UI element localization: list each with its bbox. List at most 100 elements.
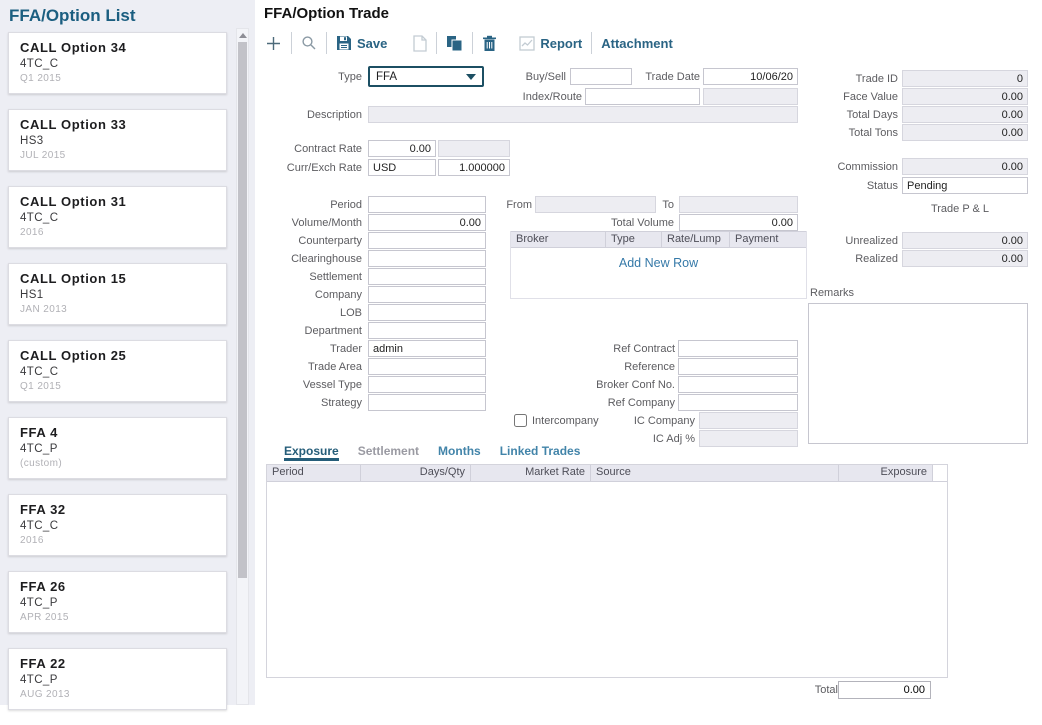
- status-input[interactable]: [902, 177, 1028, 194]
- contract-rate-label: Contract Rate: [252, 143, 362, 156]
- volume-month-input[interactable]: [368, 214, 486, 231]
- list-item[interactable]: CALL Option 31 4TC_C 2016: [8, 186, 227, 248]
- trade-name: FFA 22: [20, 656, 215, 671]
- ic-adj-label: IC Adj %: [585, 433, 695, 446]
- broker-col-header: Broker: [511, 232, 606, 247]
- add-new-row-link[interactable]: Add New Row: [511, 256, 806, 270]
- trade-period: 2016: [20, 227, 215, 238]
- trade-detail-panel: FFA/Option Trade Save Report: [255, 0, 1042, 705]
- copy-button[interactable]: [446, 35, 463, 52]
- list-scrollbar[interactable]: [236, 28, 249, 705]
- scrollbar-thumb[interactable]: [238, 42, 247, 578]
- contract-rate-input[interactable]: [368, 140, 436, 157]
- trade-area-label: Trade Area: [252, 361, 362, 374]
- ic-adj-field: [699, 430, 798, 447]
- department-label: Department: [252, 325, 362, 338]
- lob-input[interactable]: [368, 304, 486, 321]
- trade-route: 4TC_C: [20, 212, 215, 224]
- list-item[interactable]: CALL Option 33 HS3 JUL 2015: [8, 109, 227, 171]
- list-item[interactable]: FFA 26 4TC_P APR 2015: [8, 571, 227, 633]
- trade-period: JUL 2015: [20, 150, 215, 161]
- total-volume-input[interactable]: [679, 214, 798, 231]
- trade-name: FFA 26: [20, 579, 215, 594]
- exch-rate-input[interactable]: [438, 159, 510, 176]
- unrealized-field: 0.00: [902, 232, 1028, 249]
- strategy-input[interactable]: [368, 394, 486, 411]
- reference-input[interactable]: [678, 358, 798, 375]
- index-route-input[interactable]: [585, 88, 700, 105]
- broker-table-header: Broker Type Rate/Lump Payment: [511, 231, 806, 248]
- face-value-field: 0.00: [902, 88, 1028, 105]
- list-item[interactable]: CALL Option 25 4TC_C Q1 2015: [8, 340, 227, 402]
- trade-name: FFA 4: [20, 425, 215, 440]
- attachment-button[interactable]: Attachment: [601, 36, 673, 51]
- currency-input[interactable]: [368, 159, 436, 176]
- tab-linked-trades[interactable]: Linked Trades: [500, 444, 581, 461]
- period-col-header: Period: [267, 465, 361, 481]
- trader-label: Trader: [252, 343, 362, 356]
- tab-months[interactable]: Months: [438, 444, 481, 461]
- trade-date-label: Trade Date: [590, 71, 700, 84]
- delete-button[interactable]: [482, 35, 497, 52]
- list-item[interactable]: FFA 32 4TC_C 2016: [8, 494, 227, 556]
- type-col-header: Type: [606, 232, 662, 247]
- scroll-up-icon[interactable]: [239, 33, 247, 38]
- list-item[interactable]: CALL Option 15 HS1 JAN 2013: [8, 263, 227, 325]
- department-input[interactable]: [368, 322, 486, 339]
- search-button[interactable]: [301, 35, 317, 51]
- tab-exposure[interactable]: Exposure: [284, 444, 339, 461]
- total-tons-field: 0.00: [902, 124, 1028, 141]
- broker-conf-no-input[interactable]: [678, 376, 798, 393]
- index-route-label: Index/Route: [472, 91, 582, 104]
- days-qty-col-header: Days/Qty: [361, 465, 471, 481]
- trade-route: 4TC_C: [20, 520, 215, 532]
- trade-route: 4TC_P: [20, 443, 215, 455]
- report-button[interactable]: Report: [519, 36, 582, 51]
- add-button[interactable]: [265, 35, 282, 52]
- list-item[interactable]: FFA 22 4TC_P AUG 2013: [8, 648, 227, 710]
- remarks-textarea[interactable]: [808, 303, 1028, 444]
- save-icon: [336, 35, 352, 51]
- total-input[interactable]: [838, 681, 931, 699]
- broker-table: Broker Type Rate/Lump Payment Add New Ro…: [510, 231, 807, 299]
- settlement-label: Settlement: [252, 271, 362, 284]
- search-icon: [301, 35, 317, 51]
- realized-label: Realized: [788, 253, 898, 266]
- trade-date-input[interactable]: [703, 68, 798, 85]
- trade-area-input[interactable]: [368, 358, 486, 375]
- save-label: Save: [357, 36, 387, 51]
- trader-input[interactable]: [368, 340, 486, 357]
- trade-period: Q1 2015: [20, 381, 215, 392]
- tab-settlement[interactable]: Settlement: [358, 444, 419, 461]
- index-route-secondary-field: [703, 88, 798, 105]
- counterparty-input[interactable]: [368, 232, 486, 249]
- trade-list-panel: FFA/Option List CALL Option 34 4TC_C Q1 …: [0, 0, 255, 705]
- toolbar-divider: [326, 32, 327, 54]
- face-value-label: Face Value: [788, 91, 898, 104]
- total-days-field: 0.00: [902, 106, 1028, 123]
- ref-company-input[interactable]: [678, 394, 798, 411]
- trade-period: 2016: [20, 535, 215, 546]
- trade-period: (custom): [20, 458, 215, 469]
- company-input[interactable]: [368, 286, 486, 303]
- intercompany-checkbox[interactable]: [514, 414, 527, 427]
- save-button[interactable]: Save: [336, 35, 387, 51]
- vessel-type-input[interactable]: [368, 376, 486, 393]
- copy-icon: [446, 35, 463, 52]
- settlement-input[interactable]: [368, 268, 486, 285]
- ref-company-label: Ref Company: [565, 397, 675, 410]
- buy-sell-label: Buy/Sell: [456, 71, 566, 84]
- new-document-button[interactable]: [413, 35, 427, 52]
- list-item[interactable]: CALL Option 34 4TC_C Q1 2015: [8, 32, 227, 94]
- company-label: Company: [252, 289, 362, 302]
- trade-period: APR 2015: [20, 612, 215, 623]
- toolbar-divider: [436, 32, 437, 54]
- ic-company-label: IC Company: [585, 415, 695, 428]
- clearinghouse-input[interactable]: [368, 250, 486, 267]
- volume-month-label: Volume/Month: [252, 217, 362, 230]
- ref-contract-input[interactable]: [678, 340, 798, 357]
- list-item[interactable]: FFA 4 4TC_P (custom): [8, 417, 227, 479]
- market-rate-col-header: Market Rate: [471, 465, 591, 481]
- broker-conf-no-label: Broker Conf No.: [565, 379, 675, 392]
- trade-name: CALL Option 31: [20, 194, 215, 209]
